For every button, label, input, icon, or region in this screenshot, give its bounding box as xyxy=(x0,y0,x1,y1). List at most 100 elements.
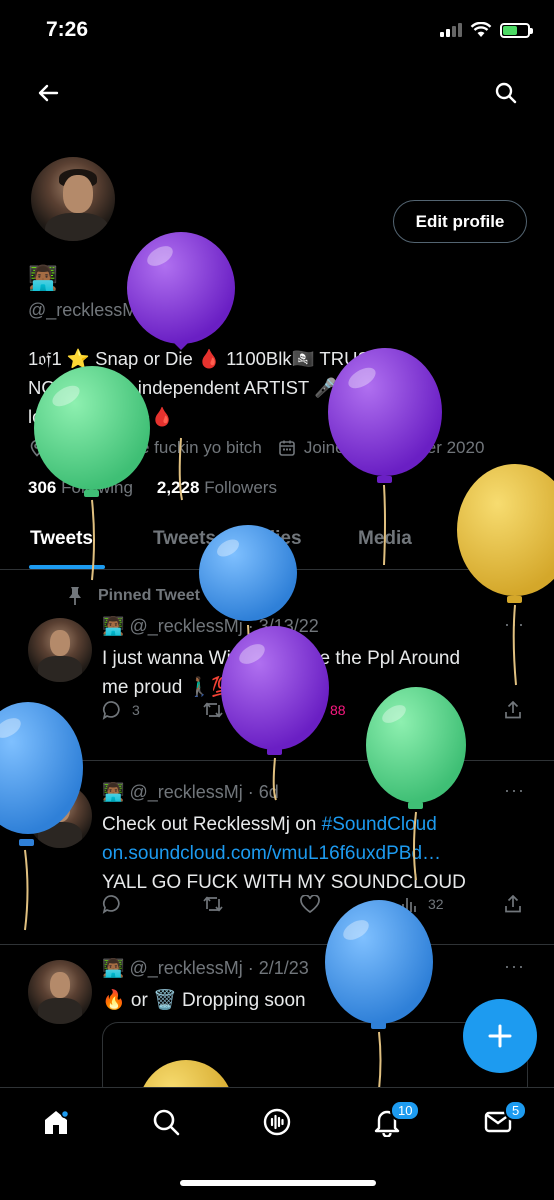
tab-media[interactable]: Media xyxy=(358,528,412,550)
tweet-header: 👨🏾‍💻 @_recklessMj · 3/13/22 xyxy=(102,616,319,637)
home-icon xyxy=(45,1109,70,1134)
reply-icon xyxy=(102,701,120,720)
hashtag-link[interactable]: #SOS xyxy=(240,677,291,698)
location-icon xyxy=(30,439,44,457)
tweet-more-button[interactable]: ··· xyxy=(504,614,525,635)
tweet-avatar[interactable] xyxy=(28,960,92,1024)
profile-meta: Some where fuckin yo bitch Joined Septem… xyxy=(28,438,484,458)
tweet-avatar[interactable] xyxy=(28,618,92,682)
compose-tweet-button[interactable] xyxy=(463,999,537,1073)
views-button[interactable]: 32 xyxy=(400,895,444,913)
plus-icon xyxy=(488,1024,512,1048)
like-button[interactable]: 88 xyxy=(300,701,346,719)
views-icon xyxy=(402,898,416,912)
tweet-emoji: 👨🏾‍💻 xyxy=(102,782,125,802)
tweet-handle[interactable]: @_recklessMj xyxy=(129,782,242,802)
status-icons xyxy=(440,22,533,38)
profile-location: Some where fuckin yo bitch xyxy=(54,438,262,457)
share-button[interactable] xyxy=(504,895,522,913)
like-count: 88 xyxy=(330,702,346,718)
pin-icon xyxy=(69,587,81,605)
tab-likes[interactable]: Likes xyxy=(473,528,522,550)
tweet-text: 🔥 or 🗑️ Dropping soon xyxy=(102,990,306,1011)
retweet-count: 20 xyxy=(234,702,250,718)
tweet-date: 6d xyxy=(258,782,279,802)
nav-home[interactable] xyxy=(38,1104,74,1140)
tweet-emoji: 👨🏾‍💻 xyxy=(102,616,125,636)
profile-joined: Joined September 2020 xyxy=(303,438,485,457)
retweet-icon xyxy=(203,702,223,718)
retweet-button[interactable]: 20 xyxy=(202,700,250,720)
signal-icon xyxy=(440,23,462,37)
profile-avatar[interactable] xyxy=(28,154,118,244)
tweet-handle[interactable]: @_recklessMj xyxy=(129,958,242,978)
profile-tabs: Tweets Tweets & replies Media Likes xyxy=(0,522,554,570)
bio-line: love to step 🪖🩸 xyxy=(28,406,174,427)
followers-label: Followers xyxy=(204,478,277,497)
retweet-icon xyxy=(203,896,223,912)
tweet-separator: · xyxy=(247,616,254,636)
followers-count: 2,228 xyxy=(156,478,200,497)
notifications-badge: 10 xyxy=(390,1100,421,1121)
tweet-date: 3/13/22 xyxy=(258,616,319,636)
edit-profile-button[interactable]: Edit profile xyxy=(393,200,527,243)
follow-stats: 306 Following 2,228 Followers xyxy=(28,478,277,498)
reply-button[interactable]: 3 xyxy=(102,700,140,720)
tweet-line: YALL GO FUCK WITH MY SOUNDCLOUD xyxy=(102,872,466,893)
tweet-line-text: Check out RecklessMj on xyxy=(102,814,322,835)
tweet-line-text: me proud 🚶🏾‍♂️💯 xyxy=(102,677,241,698)
battery-icon xyxy=(500,22,533,38)
tweet-more-button[interactable]: ··· xyxy=(504,780,525,801)
followers-link[interactable]: 2,228 Followers xyxy=(157,478,277,498)
tweet-line: Check out RecklessMj on #SoundCloud xyxy=(102,810,522,839)
heart-filled-icon xyxy=(300,701,320,718)
heart-icon xyxy=(300,895,320,913)
share-icon xyxy=(505,895,521,913)
tweet-line: I just wanna Win and Make the Ppl Around xyxy=(102,648,461,669)
display-name-emoji: 👨🏾‍💻 xyxy=(28,265,58,292)
tweet-divider xyxy=(0,760,554,761)
soundcloud-link[interactable]: on.soundcloud.com/vmuL16f6uxdPBd… xyxy=(102,839,522,868)
arrow-left-icon xyxy=(38,84,59,102)
hashtag-link[interactable]: #SoundCloud xyxy=(322,814,437,835)
tweet-text: I just wanna Win and Make the Ppl Around… xyxy=(102,644,522,702)
following-link[interactable]: 306 Following xyxy=(28,478,133,498)
views-icon xyxy=(402,704,416,718)
views-button[interactable] xyxy=(400,701,418,719)
share-button[interactable] xyxy=(504,701,522,719)
tweet-more-button[interactable]: ··· xyxy=(504,956,525,977)
tweet-date: 2/1/23 xyxy=(258,958,309,978)
share-icon xyxy=(505,701,521,719)
tweet-separator: · xyxy=(247,782,254,802)
pinned-indicator: Pinned Tweet xyxy=(66,586,200,606)
tab-tweets[interactable]: Tweets xyxy=(30,528,93,550)
status-time: 7:26 xyxy=(46,18,89,41)
active-tab-indicator xyxy=(29,565,105,569)
tab-tweets-replies[interactable]: Tweets & replies xyxy=(153,528,302,550)
tweet-text: Check out RecklessMj on #SoundCloud on.s… xyxy=(102,810,522,897)
nav-search[interactable] xyxy=(148,1104,184,1140)
tweet-line-emoji: 🆘 xyxy=(290,677,320,698)
tweet-avatar[interactable] xyxy=(28,784,92,848)
like-button[interactable] xyxy=(300,895,330,913)
profile-handle: @_recklessMj xyxy=(28,300,142,320)
home-indicator xyxy=(180,1180,376,1186)
calendar-icon xyxy=(279,440,295,456)
retweet-button[interactable] xyxy=(202,894,234,914)
nav-spaces[interactable] xyxy=(259,1104,295,1140)
reply-button[interactable] xyxy=(102,894,132,914)
search-icon xyxy=(495,82,517,104)
tweet-handle[interactable]: @_recklessMj xyxy=(129,616,242,636)
views-count: 32 xyxy=(428,896,444,912)
search-icon xyxy=(153,1109,180,1136)
wifi-icon xyxy=(470,22,492,37)
back-button[interactable] xyxy=(28,73,68,113)
bio-line: NONE 💊💤 independent ARTIST 🎤 you know I xyxy=(28,377,431,398)
following-count: 306 xyxy=(28,478,57,497)
tweet-header: 👨🏾‍💻 @_recklessMj · 2/1/23 xyxy=(102,958,309,979)
messages-badge: 5 xyxy=(504,1100,528,1121)
tweet-header: 👨🏾‍💻 @_recklessMj · 6d xyxy=(102,782,279,803)
spaces-icon xyxy=(263,1108,291,1136)
tweet-separator: · xyxy=(247,958,254,978)
search-button[interactable] xyxy=(486,73,526,113)
